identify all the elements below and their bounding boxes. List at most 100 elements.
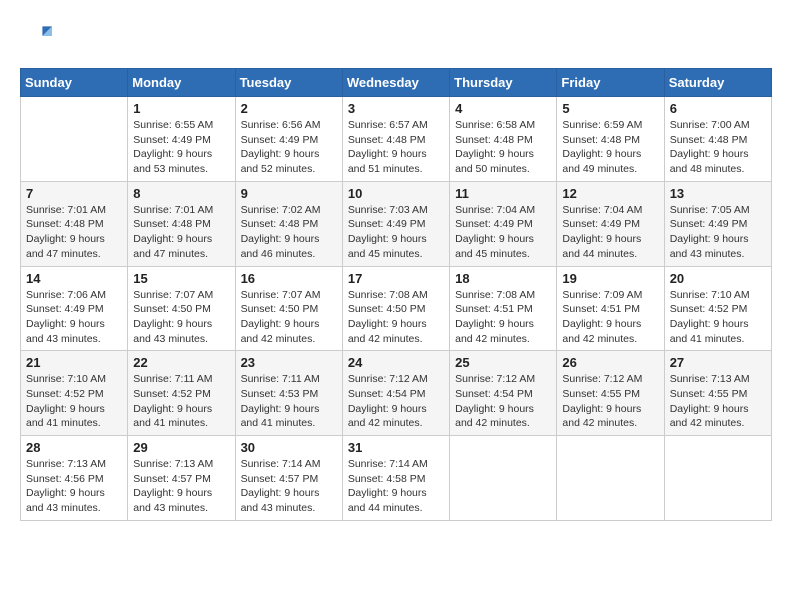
page-header <box>20 20 772 52</box>
day-number: 28 <box>26 440 122 455</box>
weekday-header-row: SundayMondayTuesdayWednesdayThursdayFrid… <box>21 69 772 97</box>
day-number: 26 <box>562 355 658 370</box>
calendar-cell: 27 Sunrise: 7:13 AMSunset: 4:55 PMDayligh… <box>664 351 771 436</box>
calendar-cell: 7 Sunrise: 7:01 AMSunset: 4:48 PMDaylight… <box>21 181 128 266</box>
calendar-cell: 28 Sunrise: 7:13 AMSunset: 4:56 PMDayligh… <box>21 436 128 521</box>
calendar-cell: 4Sunrise: 6:58 AMSunset: 4:48 PMDaylight… <box>450 97 557 182</box>
calendar-cell <box>21 97 128 182</box>
day-number: 13 <box>670 186 766 201</box>
calendar-cell: 10 Sunrise: 7:03 AMSunset: 4:49 PMDayligh… <box>342 181 449 266</box>
calendar-cell: 5 Sunrise: 6:59 AMSunset: 4:48 PMDaylight… <box>557 97 664 182</box>
day-number: 17 <box>348 271 444 286</box>
day-info: Sunrise: 7:02 AMSunset: 4:48 PMDaylight:… <box>241 203 337 262</box>
calendar-table: SundayMondayTuesdayWednesdayThursdayFrid… <box>20 68 772 521</box>
day-number: 7 <box>26 186 122 201</box>
day-info: Sunrise: 7:11 AMSunset: 4:53 PMDaylight:… <box>241 372 337 431</box>
calendar-cell: 29 Sunrise: 7:13 AMSunset: 4:57 PMDayligh… <box>128 436 235 521</box>
calendar-cell: 6 Sunrise: 7:00 AMSunset: 4:48 PMDaylight… <box>664 97 771 182</box>
day-number: 31 <box>348 440 444 455</box>
calendar-cell <box>450 436 557 521</box>
day-number: 22 <box>133 355 229 370</box>
calendar-cell: 24 Sunrise: 7:12 AMSunset: 4:54 PMDayligh… <box>342 351 449 436</box>
calendar-cell: 22 Sunrise: 7:11 AMSunset: 4:52 PMDayligh… <box>128 351 235 436</box>
calendar-cell: 20Sunrise: 7:10 AMSunset: 4:52 PMDayligh… <box>664 266 771 351</box>
calendar-cell: 19 Sunrise: 7:09 AMSunset: 4:51 PMDayligh… <box>557 266 664 351</box>
calendar-week-row: 14 Sunrise: 7:06 AMSunset: 4:49 PMDayligh… <box>21 266 772 351</box>
weekday-header-thursday: Thursday <box>450 69 557 97</box>
day-info: Sunrise: 6:57 AMSunset: 4:48 PMDaylight:… <box>348 118 444 177</box>
day-info: Sunrise: 7:07 AMSunset: 4:50 PMDaylight:… <box>133 288 229 347</box>
day-info: Sunrise: 7:08 AMSunset: 4:51 PMDaylight:… <box>455 288 551 347</box>
calendar-week-row: 7 Sunrise: 7:01 AMSunset: 4:48 PMDaylight… <box>21 181 772 266</box>
day-number: 15 <box>133 271 229 286</box>
day-info: Sunrise: 7:09 AMSunset: 4:51 PMDaylight:… <box>562 288 658 347</box>
day-info: Sunrise: 7:13 AMSunset: 4:55 PMDaylight:… <box>670 372 766 431</box>
calendar-cell: 13 Sunrise: 7:05 AMSunset: 4:49 PMDayligh… <box>664 181 771 266</box>
day-info: Sunrise: 7:04 AMSunset: 4:49 PMDaylight:… <box>455 203 551 262</box>
day-info: Sunrise: 7:10 AMSunset: 4:52 PMDaylight:… <box>26 372 122 431</box>
calendar-week-row: 21 Sunrise: 7:10 AMSunset: 4:52 PMDayligh… <box>21 351 772 436</box>
day-number: 27 <box>670 355 766 370</box>
day-number: 16 <box>241 271 337 286</box>
day-info: Sunrise: 7:07 AMSunset: 4:50 PMDaylight:… <box>241 288 337 347</box>
day-number: 2 <box>241 101 337 116</box>
day-number: 18 <box>455 271 551 286</box>
calendar-cell: 14 Sunrise: 7:06 AMSunset: 4:49 PMDayligh… <box>21 266 128 351</box>
calendar-cell: 9Sunrise: 7:02 AMSunset: 4:48 PMDaylight… <box>235 181 342 266</box>
day-number: 8 <box>133 186 229 201</box>
day-info: Sunrise: 6:56 AMSunset: 4:49 PMDaylight:… <box>241 118 337 177</box>
calendar-cell: 25Sunrise: 7:12 AMSunset: 4:54 PMDayligh… <box>450 351 557 436</box>
calendar-cell: 12Sunrise: 7:04 AMSunset: 4:49 PMDayligh… <box>557 181 664 266</box>
day-number: 29 <box>133 440 229 455</box>
calendar-week-row: 28 Sunrise: 7:13 AMSunset: 4:56 PMDayligh… <box>21 436 772 521</box>
day-info: Sunrise: 7:12 AMSunset: 4:54 PMDaylight:… <box>348 372 444 431</box>
day-info: Sunrise: 7:08 AMSunset: 4:50 PMDaylight:… <box>348 288 444 347</box>
weekday-header-saturday: Saturday <box>664 69 771 97</box>
day-info: Sunrise: 7:03 AMSunset: 4:49 PMDaylight:… <box>348 203 444 262</box>
day-info: Sunrise: 7:10 AMSunset: 4:52 PMDaylight:… <box>670 288 766 347</box>
weekday-header-wednesday: Wednesday <box>342 69 449 97</box>
weekday-header-tuesday: Tuesday <box>235 69 342 97</box>
calendar-cell <box>557 436 664 521</box>
day-info: Sunrise: 7:12 AMSunset: 4:54 PMDaylight:… <box>455 372 551 431</box>
day-number: 1 <box>133 101 229 116</box>
day-info: Sunrise: 7:11 AMSunset: 4:52 PMDaylight:… <box>133 372 229 431</box>
calendar-cell: 30Sunrise: 7:14 AMSunset: 4:57 PMDayligh… <box>235 436 342 521</box>
calendar-cell: 26 Sunrise: 7:12 AMSunset: 4:55 PMDayligh… <box>557 351 664 436</box>
calendar-week-row: 1 Sunrise: 6:55 AMSunset: 4:49 PMDaylight… <box>21 97 772 182</box>
day-info: Sunrise: 6:59 AMSunset: 4:48 PMDaylight:… <box>562 118 658 177</box>
day-info: Sunrise: 7:13 AMSunset: 4:57 PMDaylight:… <box>133 457 229 516</box>
day-info: Sunrise: 6:58 AMSunset: 4:48 PMDaylight:… <box>455 118 551 177</box>
day-info: Sunrise: 7:13 AMSunset: 4:56 PMDaylight:… <box>26 457 122 516</box>
day-number: 14 <box>26 271 122 286</box>
calendar-cell: 16 Sunrise: 7:07 AMSunset: 4:50 PMDayligh… <box>235 266 342 351</box>
day-info: Sunrise: 7:01 AMSunset: 4:48 PMDaylight:… <box>26 203 122 262</box>
day-number: 10 <box>348 186 444 201</box>
day-info: Sunrise: 6:55 AMSunset: 4:49 PMDaylight:… <box>133 118 229 177</box>
calendar-cell: 23Sunrise: 7:11 AMSunset: 4:53 PMDayligh… <box>235 351 342 436</box>
day-number: 19 <box>562 271 658 286</box>
day-number: 21 <box>26 355 122 370</box>
day-info: Sunrise: 7:01 AMSunset: 4:48 PMDaylight:… <box>133 203 229 262</box>
calendar-cell <box>664 436 771 521</box>
day-number: 5 <box>562 101 658 116</box>
day-info: Sunrise: 7:14 AMSunset: 4:58 PMDaylight:… <box>348 457 444 516</box>
day-info: Sunrise: 7:05 AMSunset: 4:49 PMDaylight:… <box>670 203 766 262</box>
weekday-header-monday: Monday <box>128 69 235 97</box>
day-info: Sunrise: 7:12 AMSunset: 4:55 PMDaylight:… <box>562 372 658 431</box>
day-number: 24 <box>348 355 444 370</box>
calendar-cell: 1 Sunrise: 6:55 AMSunset: 4:49 PMDaylight… <box>128 97 235 182</box>
logo <box>20 20 56 52</box>
day-info: Sunrise: 7:04 AMSunset: 4:49 PMDaylight:… <box>562 203 658 262</box>
calendar-cell: 15 Sunrise: 7:07 AMSunset: 4:50 PMDayligh… <box>128 266 235 351</box>
logo-icon <box>20 20 52 52</box>
day-info: Sunrise: 7:06 AMSunset: 4:49 PMDaylight:… <box>26 288 122 347</box>
calendar-cell: 3 Sunrise: 6:57 AMSunset: 4:48 PMDaylight… <box>342 97 449 182</box>
weekday-header-friday: Friday <box>557 69 664 97</box>
day-info: Sunrise: 7:14 AMSunset: 4:57 PMDaylight:… <box>241 457 337 516</box>
calendar-cell: 17 Sunrise: 7:08 AMSunset: 4:50 PMDayligh… <box>342 266 449 351</box>
day-info: Sunrise: 7:00 AMSunset: 4:48 PMDaylight:… <box>670 118 766 177</box>
day-number: 3 <box>348 101 444 116</box>
calendar-cell: 2 Sunrise: 6:56 AMSunset: 4:49 PMDaylight… <box>235 97 342 182</box>
day-number: 6 <box>670 101 766 116</box>
